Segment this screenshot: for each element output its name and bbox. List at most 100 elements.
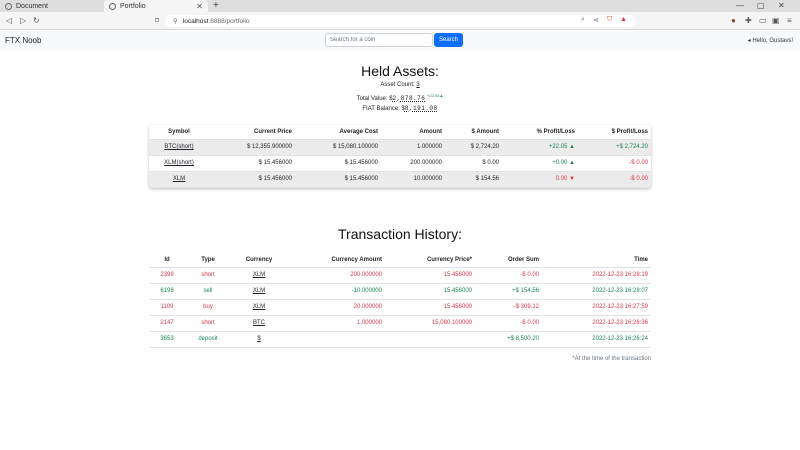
col-usd-amount: $ Amount [471,128,499,135]
col-symbol: Symbol [168,128,190,135]
col-time: Time [634,256,648,263]
table-row: 2399 short XLM 200.000000 15.456000 -$ 0… [149,267,651,283]
extension-icon[interactable]: ● [731,16,736,25]
back-icon[interactable]: ◁ [6,15,12,27]
col-currency-price: Currency Price* [426,256,472,263]
amount: 200.000000 [410,160,442,166]
url-host: localhost [182,17,209,25]
tx-type: deposit [198,336,218,342]
average-cost: $ 15,080.100000 [332,144,378,150]
tx-time: 2022-12-23 16:28:07 [592,288,648,294]
table-header-row: Id Type Currency Currency Amount Currenc… [149,253,651,267]
col-average-cost: Average Cost [339,128,378,135]
pct-profit-loss: 0.00 ▼ [502,171,578,187]
site-info-icon[interactable]: ⚲ [173,17,178,25]
col-pct-pl: % Profit/Loss [536,128,575,135]
currency-link[interactable]: XLM [253,272,265,278]
asset-count-value: 3 [416,82,420,88]
usd-amount: $ 0.00 [482,160,499,166]
currency-amount: -10.000000 [351,288,382,294]
menu-icon[interactable]: ≡ [787,16,792,25]
close-tab-icon[interactable]: ✕ [196,2,203,11]
minimize-icon[interactable]: — [736,1,744,10]
reload-icon[interactable]: ↻ [33,15,40,27]
table-row[interactable]: XLM(short) $ 15.456000 $ 15.456000 200.0… [149,155,651,171]
currency-amount [287,331,385,347]
up-arrow-icon: ▲ [569,160,575,166]
pct-pl-value: +22.05 [548,144,568,150]
forward-icon[interactable]: ▷ [20,15,26,27]
table-row[interactable]: BTC(short) $ 12,355.900000 $ 15,080.1000… [149,139,651,155]
share-icon[interactable]: ⋖ [593,16,599,24]
total-value-amount: 2,878.76 [392,95,426,102]
symbol-link[interactable]: BTC(short) [164,144,193,150]
transaction-history-title: Transaction History: [338,226,462,242]
address-bar[interactable]: ⚲ localhost:8888/portfolio ⌕ ⋖ ⛉ ▲ [165,15,635,27]
usd-amount: $ 154.56 [475,176,499,182]
symbol-link[interactable]: XLM(short) [164,160,194,166]
table-row: 6198 sell XLM -10.000000 15.456000 +$ 15… [149,283,651,299]
brave-shield-icon[interactable]: ⛉ [607,16,612,24]
maximize-icon[interactable]: ▢ [757,1,765,10]
zoom-icon[interactable]: ⌕ [581,16,585,24]
total-value-change: +22.05 [427,93,440,98]
currency-price [385,331,475,347]
tx-time: 2022-12-23 16:26:36 [592,320,648,326]
tx-type: sell [203,288,213,294]
average-cost: $ 15.456000 [344,160,378,166]
col-currency: Currency [245,256,273,263]
transaction-history-table: Id Type Currency Currency Amount Currenc… [149,253,651,348]
held-assets-table: Symbol Current Price Average Cost Amount… [149,125,651,188]
globe-icon [5,2,12,10]
order-sum: +$ 154.56 [512,288,539,294]
puzzle-icon[interactable]: ✚ [745,16,752,25]
browser-toolbar: ◁ ▷ ↻ ⌑ ⚲ localhost:8888/portfolio ⌕ ⋖ ⛉… [0,12,800,30]
currency-price: 15.456000 [443,288,472,294]
asset-count-label: Asset Count: [380,82,415,88]
currency-price: 15.456000 [443,304,472,310]
pct-pl-value: 0.00 [555,176,568,182]
usd-profit-loss: -$ 0.00 [629,176,648,182]
tab-document[interactable]: Document [0,0,100,12]
new-tab-icon[interactable]: + [213,0,219,12]
table-row[interactable]: XLM $ 15.456000 $ 15.456000 10.000000 $ … [149,171,651,187]
symbol-link[interactable]: XLM [173,176,185,182]
globe-icon [109,2,116,10]
browser-tab-bar: Document Portfolio ✕ + — ▢ ✕ [0,0,800,12]
currency-link[interactable]: XLM [253,304,265,310]
currency-link[interactable]: BTC [253,320,265,326]
order-sum: -$ 0.00 [520,320,539,326]
search-button[interactable]: Search [434,33,463,47]
current-price: $ 15.456000 [258,176,292,182]
tx-time: 2022-12-23 16:26:24 [592,336,648,342]
currency-link[interactable]: $ [257,336,260,342]
average-cost: $ 15.456000 [344,176,378,182]
tab-portfolio[interactable]: Portfolio ✕ [104,0,208,12]
wallet-icon[interactable]: ▣ [772,16,780,25]
search-input[interactable] [325,33,433,47]
total-value: Total Value: $2,878.76 +22.05▲ [0,93,800,102]
brand-logo[interactable]: FTX Noob [5,36,41,45]
rewards-icon[interactable]: ▲ [620,16,627,24]
current-price: $ 12,355.900000 [246,144,292,150]
bookmark-icon[interactable]: ⌑ [155,15,159,27]
url-path: :8888/portfolio [208,17,250,25]
fiat-balance: FIAT Balance: $8,191.08 [0,105,800,112]
tx-id: 2399 [160,272,174,278]
user-greeting: Hello, Gustavs! [752,38,793,44]
currency-link[interactable]: XLM [253,288,265,294]
user-menu[interactable]: ◂ Hello, Gustavs! [748,37,793,44]
close-window-icon[interactable]: ✕ [778,1,785,10]
up-arrow-icon: ▲ [439,93,444,98]
tab-title: Document [16,2,48,10]
col-order-sum: Order Sum [507,256,539,263]
app-navbar: FTX Noob Search ◂ Hello, Gustavs! [0,30,800,51]
order-sum: +$ 8,500.20 [507,336,539,342]
sidebar-icon[interactable]: ▭ [759,16,767,25]
col-currency-amount: Currency Amount [331,256,382,263]
fiat-balance-amount: 8,191.08 [404,105,438,112]
table-row: 3653 deposit $ +$ 8,500.20 2022-12-23 16… [149,331,651,347]
up-arrow-icon: ▲ [569,144,575,150]
tx-type: buy [203,304,213,310]
usd-amount: $ 2,724.20 [470,144,499,150]
